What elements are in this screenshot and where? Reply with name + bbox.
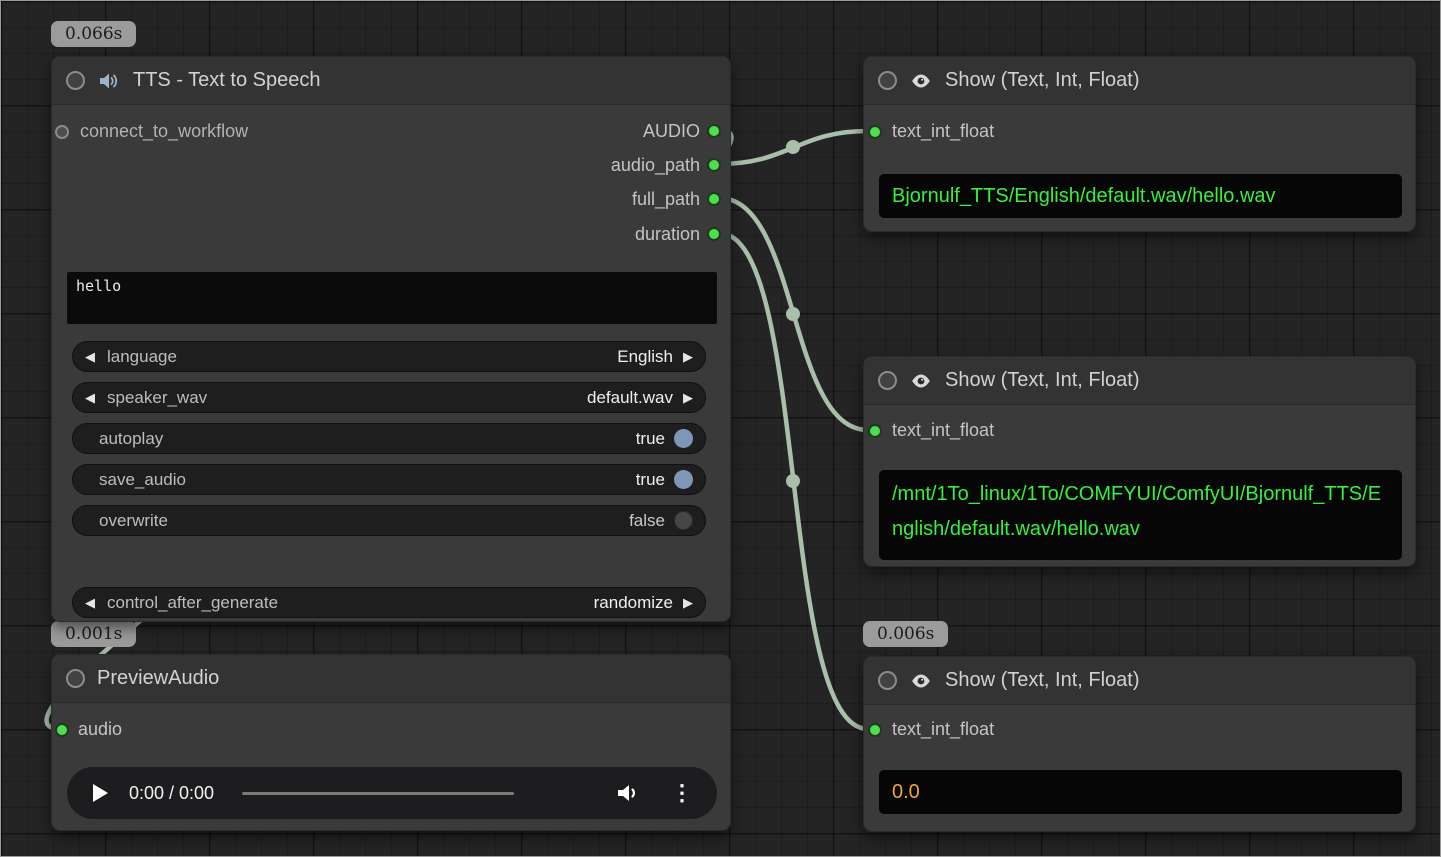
node-tts-text-to-speech[interactable]: TTS - Text to Speech connect_to_workflow… [51,56,731,622]
widget-value: false [629,511,665,531]
combo-next-icon[interactable]: ▶ [673,349,693,365]
output-slot-duration[interactable] [707,227,721,241]
node-title: TTS - Text to Speech [133,69,321,92]
combo-prev-icon[interactable]: ◀ [85,349,105,365]
node-show-text-int-float-1[interactable]: Show (Text, Int, Float) text_int_float B… [863,56,1416,232]
widget-label: speaker_wav [107,388,207,408]
eye-icon [909,369,933,393]
widget-value: true [636,429,665,449]
combo-next-icon[interactable]: ▶ [673,390,693,406]
output-slot-audio[interactable] [707,124,721,138]
input-label: text_int_float [892,418,994,442]
execution-time-badge: 0.006s [863,621,948,647]
eye-icon [909,669,933,693]
collapse-toggle-icon[interactable] [878,671,897,690]
widget-value: default.wav [587,388,673,408]
volume-icon[interactable] [615,781,641,805]
node-preview-audio[interactable]: PreviewAudio audio 0:00 / 0:00 ⋮ [51,654,731,831]
node-title: Show (Text, Int, Float) [945,69,1140,92]
input-slot-audio[interactable] [55,723,69,737]
input-label: audio [78,717,122,741]
node-header[interactable]: Show (Text, Int, Float) [864,657,1415,705]
widget-label: control_after_generate [107,593,278,613]
output-slot-audio-path[interactable] [707,158,721,172]
input-slot-text-int-float[interactable] [868,723,882,737]
widget-control-after-generate[interactable]: ◀ control_after_generate randomize ▶ [72,587,706,618]
display-value-box[interactable]: 0.0 [879,770,1402,814]
collapse-toggle-icon[interactable] [878,71,897,90]
combo-next-icon[interactable]: ▶ [673,595,693,611]
output-label-duration: duration [635,222,700,246]
output-label-audio-path: audio_path [611,153,700,177]
seek-slider[interactable] [242,792,514,795]
node-show-text-int-float-3[interactable]: Show (Text, Int, Float) text_int_float 0… [863,656,1416,832]
output-slot-full-path[interactable] [707,192,721,206]
collapse-toggle-icon[interactable] [66,669,85,688]
execution-time-badge: 0.066s [51,21,136,47]
node-header[interactable]: Show (Text, Int, Float) [864,57,1415,105]
output-label-full-path: full_path [632,187,700,211]
collapse-toggle-icon[interactable] [878,371,897,390]
link-midpoint-dot[interactable] [786,140,800,154]
node-show-text-int-float-2[interactable]: Show (Text, Int, Float) text_int_float /… [863,356,1416,567]
widget-overwrite[interactable]: overwrite false [72,505,706,536]
input-label: connect_to_workflow [80,119,248,143]
widget-value: true [636,470,665,490]
widget-label: autoplay [99,429,163,449]
widget-value: randomize [594,593,673,613]
widget-autoplay[interactable]: autoplay true [72,423,706,454]
widget-label: language [107,347,177,367]
combo-prev-icon[interactable]: ◀ [85,595,105,611]
input-slot-connect-to-workflow[interactable] [55,125,69,139]
display-value-box[interactable]: Bjornulf_TTS/English/default.wav/hello.w… [879,174,1402,218]
widget-language[interactable]: ◀ language English ▶ [72,341,706,372]
link-midpoint-dot[interactable] [786,474,800,488]
node-header[interactable]: Show (Text, Int, Float) [864,357,1415,405]
eye-icon [909,69,933,93]
input-slot-text-int-float[interactable] [868,424,882,438]
node-graph-canvas[interactable]: 0.066s 0.001s 0.006s TTS - Text to Speec… [0,0,1441,857]
node-header[interactable]: TTS - Text to Speech [52,57,730,105]
input-slot-text-int-float[interactable] [868,125,882,139]
node-title: PreviewAudio [97,667,219,690]
toggle-knob-off[interactable] [674,511,693,530]
link-midpoint-dot[interactable] [786,307,800,321]
execution-time-badge: 0.001s [51,621,136,647]
node-title: Show (Text, Int, Float) [945,669,1140,692]
display-value-box[interactable]: /mnt/1To_linux/1To/COMFYUI/ComfyUI/Bjorn… [879,470,1402,560]
player-menu-icon[interactable]: ⋮ [671,782,693,804]
input-label: text_int_float [892,717,994,741]
output-label-audio: AUDIO [643,119,700,143]
widget-speaker-wav[interactable]: ◀ speaker_wav default.wav ▶ [72,382,706,413]
node-header[interactable]: PreviewAudio [52,655,730,703]
playback-time: 0:00 / 0:00 [129,783,214,804]
node-title: Show (Text, Int, Float) [945,369,1140,392]
combo-prev-icon[interactable]: ◀ [85,390,105,406]
toggle-knob-on[interactable] [674,470,693,489]
widget-value: English [617,347,673,367]
audio-player-widget[interactable]: 0:00 / 0:00 ⋮ [67,767,717,819]
speaker-waves-icon [97,69,121,93]
text-input-field[interactable]: hello [67,272,717,324]
input-label: text_int_float [892,119,994,143]
toggle-knob-on[interactable] [674,429,693,448]
collapse-toggle-icon[interactable] [66,71,85,90]
widget-label: save_audio [99,470,186,490]
play-button[interactable] [91,783,109,803]
widget-label: overwrite [99,511,168,531]
widget-save-audio[interactable]: save_audio true [72,464,706,495]
